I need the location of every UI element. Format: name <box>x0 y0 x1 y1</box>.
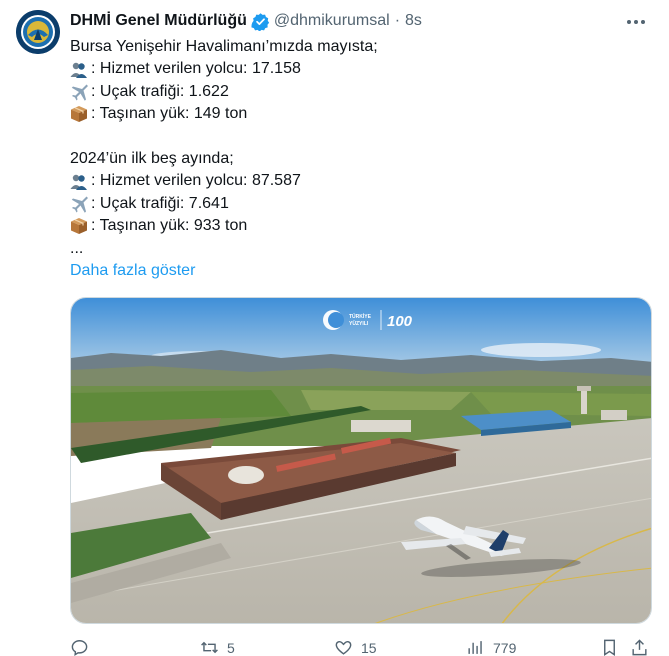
share-icon <box>632 639 647 656</box>
tweet[interactable]: DHMİ Genel Müdürlüğü @dhmikurumsal · 8s … <box>0 0 669 656</box>
separator-dot: · <box>394 12 401 29</box>
like-button[interactable]: 15 <box>334 638 377 656</box>
more-options-icon[interactable] <box>625 12 647 32</box>
tweet-actions: 5 15 779 <box>70 638 652 656</box>
retweet-button[interactable]: 5 <box>200 638 235 656</box>
tweet-time[interactable]: 8s <box>405 12 422 30</box>
heart-icon <box>335 641 352 655</box>
author-handle[interactable]: @dhmikurumsal <box>274 12 390 30</box>
share-button[interactable] <box>630 638 657 656</box>
tweet-line: : Hizmet verilen yolcu: 87.587 <box>70 170 650 192</box>
dhmi-logo-icon <box>16 10 60 54</box>
tweet-image[interactable]: TÜRKİYE YÜZYILI 100 <box>70 297 652 624</box>
retweet-icon <box>201 641 218 654</box>
tweet-line: : Taşınan yük: 149 ton <box>70 103 650 125</box>
airplane-icon <box>71 84 88 101</box>
svg-text:100: 100 <box>387 313 413 330</box>
verified-badge-icon <box>251 12 270 31</box>
reply-button[interactable] <box>70 638 97 656</box>
avatar[interactable] <box>16 10 60 54</box>
reply-icon <box>71 640 88 656</box>
show-more-link[interactable]: Daha fazla göster <box>70 260 195 282</box>
airplane-icon <box>71 196 88 213</box>
tweet-line: : Uçak trafiği: 7.641 <box>70 193 650 215</box>
like-count: 15 <box>361 639 377 656</box>
bookmark-button[interactable] <box>600 638 627 656</box>
tweet-line: : Hizmet verilen yolcu: 17.158 <box>70 58 650 80</box>
svg-text:YÜZYILI: YÜZYILI <box>349 320 369 327</box>
author-name[interactable]: DHMİ Genel Müdürlüğü <box>70 12 247 30</box>
retweet-count: 5 <box>227 639 235 656</box>
bookmark-icon <box>604 639 615 656</box>
svg-text:TÜRKİYE: TÜRKİYE <box>349 313 372 320</box>
views-button[interactable]: 779 <box>466 638 516 656</box>
tweet-line: ... <box>70 239 84 257</box>
package-icon <box>71 106 87 123</box>
tweet-line: : Uçak trafiği: 1.622 <box>70 81 650 103</box>
tweet-line: : Taşınan yük: 933 ton <box>70 215 650 237</box>
passengers-icon <box>70 174 87 190</box>
passengers-icon <box>70 62 87 78</box>
airport-aerial-photo: TÜRKİYE YÜZYILI 100 <box>71 298 651 623</box>
tweet-line: 2024’ün ilk beş ayında; <box>70 149 234 167</box>
views-icon <box>468 641 482 654</box>
tweet-header: DHMİ Genel Müdürlüğü @dhmikurumsal · 8s <box>70 10 649 32</box>
tweet-text: Bursa Yenişehir Havalimanı’mızda mayısta… <box>70 36 650 260</box>
tweet-line: Bursa Yenişehir Havalimanı’mızda mayısta… <box>70 38 378 55</box>
view-count: 779 <box>493 639 517 656</box>
package-icon <box>71 218 87 235</box>
